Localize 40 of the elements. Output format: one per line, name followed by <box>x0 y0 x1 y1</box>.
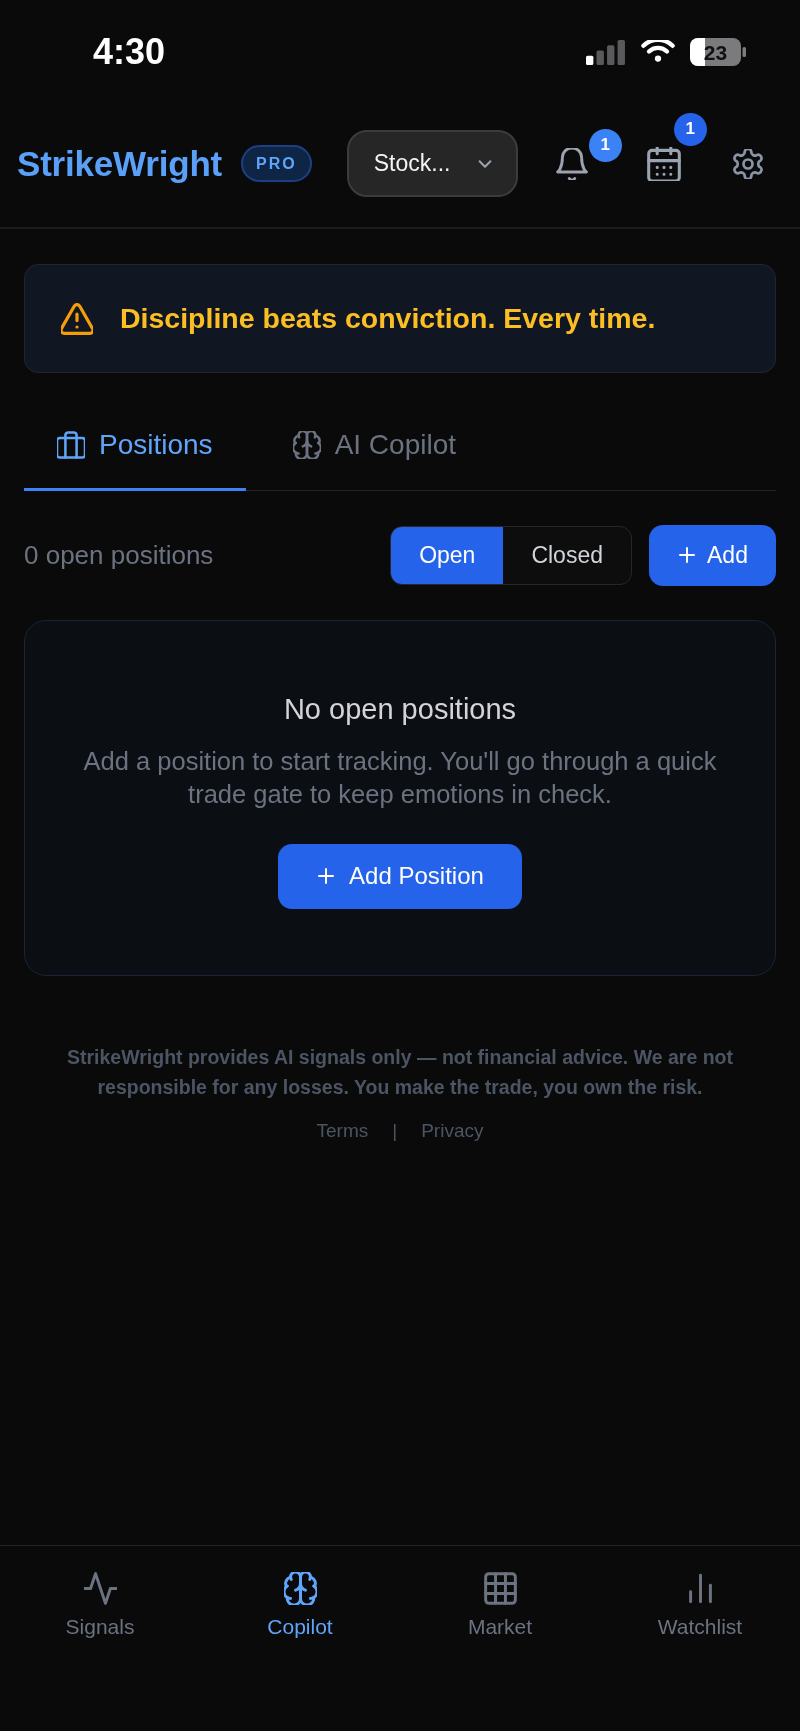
empty-state-description: Add a position to start tracking. You'll go through a quick trade gate to keep emotions in check. <box>82 745 718 810</box>
grid-icon <box>483 1572 517 1605</box>
settings-icon <box>732 148 763 179</box>
count-badge: 1 <box>588 128 622 162</box>
banner-message: Discipline beats conviction. Every time. <box>120 302 656 335</box>
plus-icon <box>316 866 337 886</box>
add-button[interactable]: Add <box>649 524 776 586</box>
bell-icon <box>555 147 588 180</box>
add-position-button[interactable]: Add Position <box>278 843 522 909</box>
app-logo: StrikeWright <box>17 143 223 184</box>
nav-item[interactable]: Signals <box>0 1546 200 1731</box>
calendar-button[interactable] <box>646 146 681 181</box>
nav-item[interactable]: Copilot <box>200 1546 400 1731</box>
empty-state-title: No open positions <box>283 692 517 725</box>
link-separator: | <box>392 1118 398 1143</box>
signal-icon <box>586 39 626 65</box>
footer-link[interactable]: Terms <box>316 1118 369 1143</box>
pulse-line-icon <box>83 1572 117 1605</box>
footer-link[interactable]: Privacy <box>421 1118 484 1143</box>
tab[interactable]: Positions <box>24 421 246 491</box>
filter-option[interactable]: Closed <box>503 526 631 584</box>
count-badge: 1 <box>673 112 707 146</box>
market-select[interactable]: Stock... <box>346 130 518 197</box>
nav-item[interactable]: Watchlist <box>600 1546 800 1731</box>
notifications-button[interactable] <box>555 147 588 180</box>
brain-icon <box>283 1572 317 1605</box>
tab[interactable]: AI Copilot <box>259 421 490 491</box>
calendar-icon <box>646 146 681 181</box>
wifi-icon <box>641 39 675 65</box>
status-time: 4:30 <box>93 31 166 73</box>
settings-button[interactable] <box>732 148 763 179</box>
warning-icon <box>61 302 93 335</box>
filter-option[interactable]: Open <box>391 526 504 584</box>
nav-item[interactable]: Market <box>400 1546 600 1731</box>
briefcase-icon <box>57 431 85 459</box>
plan-badge: PRO <box>241 145 312 182</box>
disclaimer-text: StrikeWright provides AI signals only — not financial advice. We are not responsible for any losses. You make the trade, you own the risk. <box>65 1044 734 1100</box>
brain-icon <box>292 431 321 459</box>
positions-count: 0 open positions <box>24 539 214 571</box>
plus-icon <box>677 545 698 565</box>
